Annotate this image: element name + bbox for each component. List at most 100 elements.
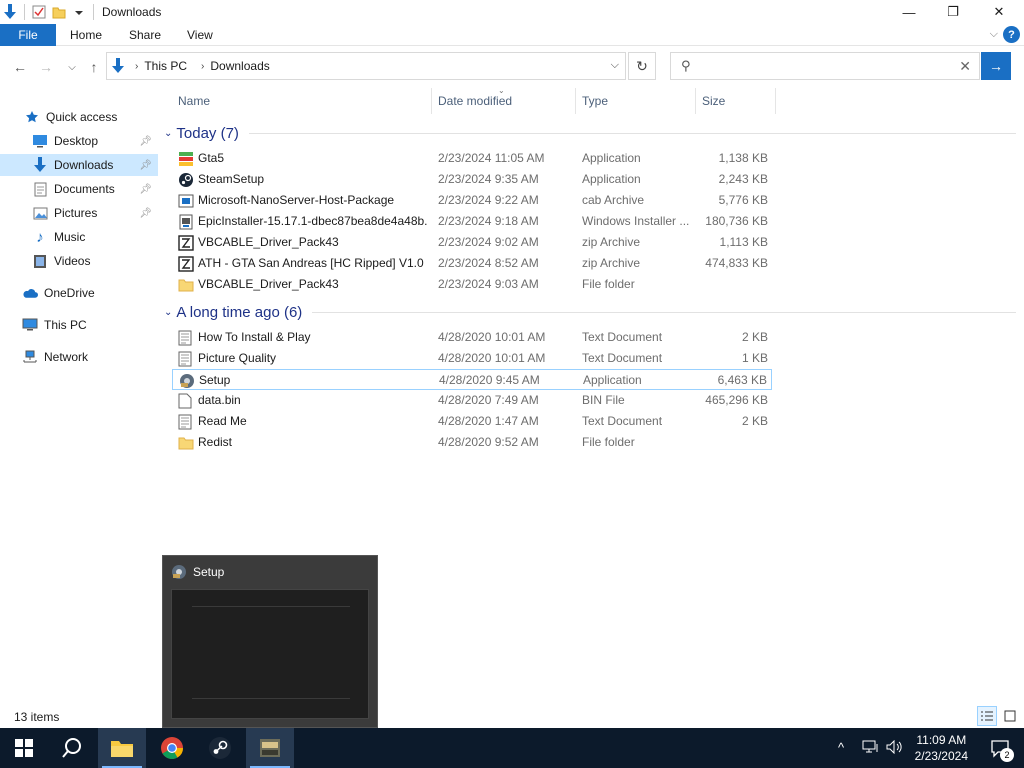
text-file-icon: [178, 330, 194, 346]
column-header-date-modified[interactable]: Date modified: [432, 88, 576, 114]
preview-thumbnail[interactable]: [171, 589, 369, 719]
search-taskbar-button[interactable]: [48, 728, 96, 768]
pin-icon[interactable]: 📌︎: [139, 160, 152, 171]
search-input[interactable]: [698, 59, 939, 73]
archive-icon: [178, 193, 194, 209]
details-view-icon[interactable]: [977, 706, 997, 726]
file-row[interactable]: Picture Quality 4/28/2020 10:01 AM Text …: [172, 348, 772, 369]
notification-count-badge: 2: [1000, 748, 1014, 762]
file-explorer-taskbar-button[interactable]: [98, 728, 146, 768]
volume-icon[interactable]: [886, 739, 904, 757]
file-size: 1 KB: [741, 351, 768, 365]
file-row[interactable]: VBCABLE_Driver_Pack43 2/23/2024 9:02 AM …: [172, 232, 772, 253]
minimize-button[interactable]: —: [886, 0, 932, 24]
refresh-icon[interactable]: ↻: [628, 52, 656, 80]
text-file-icon: [178, 414, 194, 430]
address-bar[interactable]: › This PC › Downloads ⌵: [106, 52, 626, 80]
file-date: 2/23/2024 9:03 AM: [438, 277, 539, 291]
group-header-long-time-ago[interactable]: ⌄ A long time ago (6): [164, 301, 1016, 323]
group-header-today[interactable]: ⌄ Today (7): [164, 122, 1016, 144]
back-arrow-icon[interactable]: ←: [10, 58, 30, 76]
forward-arrow-icon[interactable]: →: [36, 58, 56, 76]
file-row[interactable]: Setup 4/28/2020 9:45 AM Application 6,46…: [172, 369, 772, 390]
properties-icon[interactable]: [29, 0, 49, 24]
ribbon-tabs: File Home Share View ⌵ ?: [0, 24, 1024, 46]
network-tray-icon[interactable]: [862, 740, 880, 757]
file-row[interactable]: SteamSetup 2/23/2024 9:35 AM Application…: [172, 169, 772, 190]
column-header-size[interactable]: Size: [696, 88, 776, 114]
search-box[interactable]: ⚲ ✕: [670, 52, 980, 80]
collapse-chevron-icon[interactable]: ⌄: [164, 307, 172, 318]
file-row[interactable]: ATH - GTA San Andreas [HC Ripped] V1.0 2…: [172, 253, 772, 274]
file-row[interactable]: EpicInstaller-15.17.1-dbec87bea8de4a48b.…: [172, 211, 772, 232]
desktop-icon: [32, 133, 48, 149]
sidebar-item-onedrive[interactable]: OneDrive: [0, 282, 158, 304]
tab-home[interactable]: Home: [70, 24, 102, 46]
pin-icon[interactable]: 📌︎: [139, 208, 152, 219]
start-button[interactable]: [0, 728, 48, 768]
tab-file[interactable]: File: [0, 24, 56, 46]
column-header-name[interactable]: Name: [172, 88, 432, 114]
tab-view[interactable]: View: [187, 24, 213, 46]
sidebar-item-this-pc[interactable]: This PC: [0, 314, 158, 336]
sidebar-item-desktop[interactable]: Desktop 📌︎: [0, 130, 158, 152]
pin-icon[interactable]: 📌︎: [139, 184, 152, 195]
search-icon: [62, 738, 81, 758]
taskbar-thumbnail-preview[interactable]: Setup: [162, 555, 378, 728]
file-row[interactable]: VBCABLE_Driver_Pack43 2/23/2024 9:03 AM …: [172, 274, 772, 295]
sidebar-item-music[interactable]: ♪ Music: [0, 226, 158, 248]
text-file-icon: [178, 351, 194, 367]
show-hidden-icons-chevron-icon[interactable]: ^: [838, 740, 844, 755]
file-row[interactable]: How To Install & Play 4/28/2020 10:01 AM…: [172, 327, 772, 348]
pc-icon: [22, 317, 38, 333]
sidebar-item-quick-access[interactable]: Quick access: [0, 106, 158, 128]
expand-ribbon-icon[interactable]: ⌵: [990, 28, 998, 41]
file-row[interactable]: data.bin 4/28/2020 7:49 AM BIN File 465,…: [172, 390, 772, 411]
collapse-chevron-icon[interactable]: ⌄: [164, 128, 172, 139]
up-arrow-icon[interactable]: ↑: [84, 58, 104, 76]
steam-taskbar-button[interactable]: [196, 728, 244, 768]
close-button[interactable]: ✕: [976, 0, 1022, 24]
sidebar-item-pictures[interactable]: Pictures 📌︎: [0, 202, 158, 224]
file-type: Text Document: [582, 414, 663, 428]
sidebar-item-downloads[interactable]: Downloads 📌︎: [0, 154, 158, 176]
file-row[interactable]: Redist 4/28/2020 9:52 AM File folder: [172, 432, 772, 453]
large-icons-view-icon[interactable]: [1000, 706, 1020, 726]
setup-icon: [179, 373, 195, 389]
sidebar-item-documents[interactable]: Documents 📌︎: [0, 178, 158, 200]
address-dropdown-icon[interactable]: ⌵: [611, 59, 619, 72]
sidebar-item-network[interactable]: Network: [0, 346, 158, 368]
cloud-icon: [22, 285, 38, 301]
file-row[interactable]: Read Me 4/28/2020 1:47 AM Text Document …: [172, 411, 772, 432]
maximize-button[interactable]: ❐: [930, 0, 976, 24]
breadcrumb-this-pc[interactable]: This PC: [144, 59, 187, 73]
breadcrumb-downloads[interactable]: Downloads: [210, 59, 269, 73]
column-header-type[interactable]: Type: [576, 88, 696, 114]
folder-icon: [178, 435, 194, 451]
status-item-count: 13 items: [14, 710, 60, 724]
sidebar-item-videos[interactable]: Videos: [0, 250, 158, 272]
title-bar: Downloads — ❐ ✕: [0, 0, 1024, 24]
network-icon: [22, 349, 38, 365]
download-arrow-icon[interactable]: [0, 0, 20, 24]
file-row[interactable]: Gta5 2/23/2024 11:05 AM Application 1,13…: [172, 148, 772, 169]
setup-taskbar-button[interactable]: [246, 728, 294, 768]
file-date: 4/28/2020 1:47 AM: [438, 414, 539, 428]
tab-share[interactable]: Share: [129, 24, 161, 46]
new-folder-icon[interactable]: [49, 0, 69, 24]
search-go-button[interactable]: →: [981, 52, 1011, 80]
clear-search-icon[interactable]: ✕: [959, 58, 971, 75]
file-date: 4/28/2020 9:52 AM: [438, 435, 539, 449]
customize-toolbar-chevron-icon[interactable]: [69, 0, 89, 24]
file-size: 1,113 KB: [719, 235, 768, 249]
file-name: Read Me: [198, 414, 247, 428]
sidebar-item-label: Network: [44, 350, 89, 364]
recent-locations-chevron-icon[interactable]: ⌵: [62, 58, 82, 76]
file-date: 2/23/2024 11:05 AM: [438, 151, 545, 165]
file-type: zip Archive: [582, 235, 641, 249]
file-row[interactable]: Microsoft-NanoServer-Host-Package 2/23/2…: [172, 190, 772, 211]
chrome-taskbar-button[interactable]: [148, 728, 196, 768]
help-icon[interactable]: ?: [1003, 26, 1020, 43]
taskbar-clock[interactable]: 11:09 AM 2/23/2024: [915, 732, 968, 764]
pin-icon[interactable]: 📌︎: [139, 136, 152, 147]
